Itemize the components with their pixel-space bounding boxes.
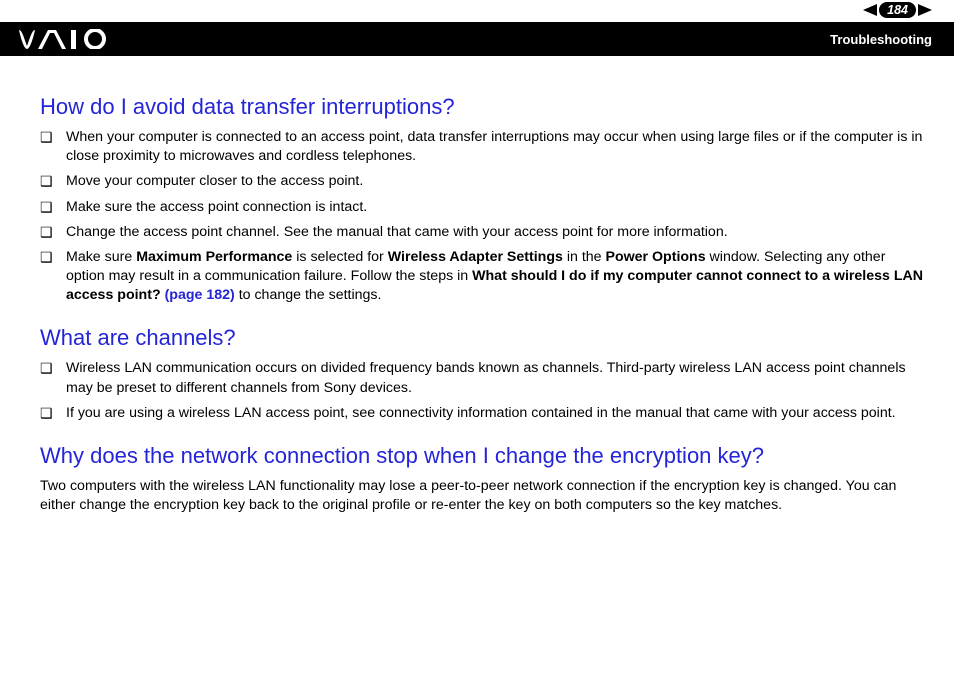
bullet-list: When your computer is connected to an ac… (40, 128, 924, 305)
bullet-list: Wireless LAN communication occurs on div… (40, 359, 924, 423)
text-run: Wireless Adapter Settings (388, 249, 563, 265)
text-run: in the (563, 249, 606, 265)
bullet-item: Make sure the access point connection is… (40, 198, 924, 217)
text-run: If you are using a wireless LAN access p… (66, 405, 896, 421)
text-run: Make sure the access point connection is… (66, 199, 367, 215)
top-strip: 184 (0, 0, 954, 22)
bullet-item: When your computer is connected to an ac… (40, 128, 924, 166)
bullet-item: Wireless LAN communication occurs on div… (40, 359, 924, 397)
text-run: When your computer is connected to an ac… (66, 129, 922, 164)
bullet-item: Change the access point channel. See the… (40, 223, 924, 242)
page-number: 184 (879, 2, 916, 18)
body-paragraph: Two computers with the wireless LAN func… (40, 477, 924, 515)
text-run: Change the access point channel. See the… (66, 224, 728, 240)
text-run: Wireless LAN communication occurs on div… (66, 360, 906, 395)
text-run: is selected for (292, 249, 387, 265)
section-label: Troubleshooting (830, 32, 932, 47)
page-content: How do I avoid data transfer interruptio… (0, 56, 954, 515)
page-link[interactable]: (page 182) (165, 287, 235, 303)
text-run: Move your computer closer to the access … (66, 173, 363, 189)
bullet-item: If you are using a wireless LAN access p… (40, 404, 924, 423)
vaio-logo-icon (18, 29, 114, 49)
text-run: Power Options (606, 249, 706, 265)
prev-page-arrow-icon[interactable] (863, 4, 877, 16)
question-heading: How do I avoid data transfer interruptio… (40, 94, 924, 120)
text-run: Maximum Performance (136, 249, 292, 265)
text-run: Make sure (66, 249, 136, 265)
next-page-arrow-icon[interactable] (918, 4, 932, 16)
header-bar: Troubleshooting (0, 22, 954, 56)
question-heading: What are channels? (40, 325, 924, 351)
bullet-item: Make sure Maximum Performance is selecte… (40, 248, 924, 306)
page-number-nav: 184 (863, 2, 932, 18)
text-run: to change the settings. (235, 287, 382, 303)
bullet-item: Move your computer closer to the access … (40, 172, 924, 191)
question-heading: Why does the network connection stop whe… (40, 443, 924, 469)
